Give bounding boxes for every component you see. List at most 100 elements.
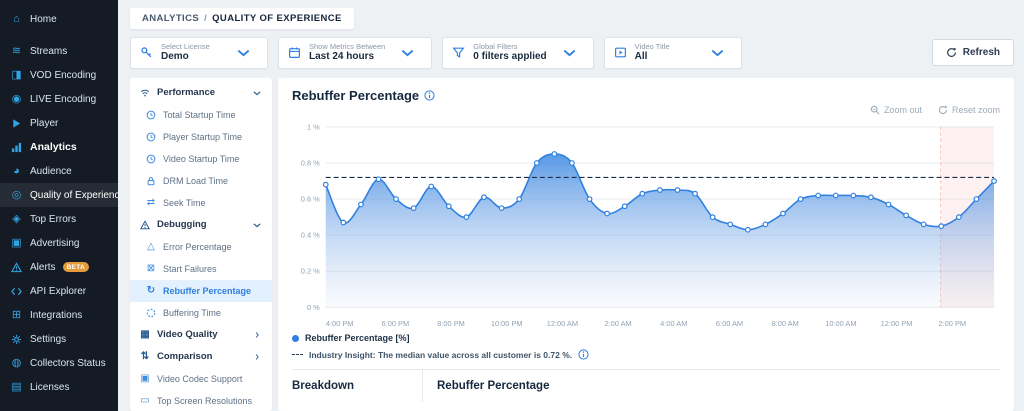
sidebar-item-label: Advertising: [30, 237, 80, 249]
quality-of-experience-icon: ◎: [11, 188, 22, 201]
integrations-icon: ⊞: [11, 308, 22, 321]
filter-show-metrics-between[interactable]: Show Metrics Between Last 24 hours: [278, 37, 433, 69]
submenu-label: Start Failures: [163, 263, 217, 274]
svg-text:2:00 PM: 2:00 PM: [938, 319, 966, 328]
primary-sidebar: ⌂ Home ≋ Streams ◨ VOD Encoding ◉ LIVE Encoding…: [0, 0, 118, 411]
svg-text:4:00 PM: 4:00 PM: [326, 319, 354, 328]
chevron-down-icon: [547, 46, 576, 59]
sidebar-item-home[interactable]: ⌂ Home: [0, 7, 118, 31]
rebuffer-percentage-chart[interactable]: 0 % 0.2 % 0.4 % 0.6 % 0.8 % 1 % 4:00 PM 6:00 PM…: [292, 115, 1000, 331]
sidebar-item-vod-encoding[interactable]: ◨ VOD Encoding: [0, 63, 118, 87]
sidebar-item-live-encoding[interactable]: ◉ LIVE Encoding: [0, 87, 118, 111]
reset-zoom-button[interactable]: Reset zoom: [938, 105, 1000, 115]
submenu-section-performance[interactable]: Performance: [130, 82, 272, 104]
sidebar-item-quality-of-experience[interactable]: ◎ Quality of Experience: [0, 183, 118, 207]
reset-zoom-icon: [938, 105, 948, 115]
resolutions-icon: ▭: [140, 394, 150, 406]
submenu-label: Seek Time: [163, 197, 206, 208]
clock-icon: [145, 131, 157, 143]
svg-text:10:00 PM: 10:00 PM: [491, 319, 523, 328]
svg-text:6:00 PM: 6:00 PM: [382, 319, 410, 328]
sidebar-item-player[interactable]: Player: [0, 111, 118, 135]
filter-label: Global Filters: [473, 42, 518, 51]
submenu-item-video-codec-support[interactable]: ▣ Video Codec Support: [130, 368, 272, 390]
sidebar-item-api-explorer[interactable]: API Explorer: [0, 279, 118, 303]
sidebar-item-label: Home: [30, 13, 57, 25]
filter-value: Last 24 hours: [309, 51, 375, 63]
submenu-label: Performance: [157, 87, 216, 99]
filter-select-license[interactable]: Select License Demo: [130, 37, 268, 69]
filter-label: Select License: [161, 42, 210, 51]
app-window: ⌂ Home ≋ Streams ◨ VOD Encoding ◉ LIVE Encoding…: [0, 0, 1024, 411]
sidebar-item-streams[interactable]: ≋ Streams: [0, 39, 118, 63]
rebuffer-column-header: Rebuffer Percentage: [422, 370, 1000, 403]
funnel-icon: [452, 46, 465, 59]
sidebar-item-collectors-status[interactable]: ◍ Collectors Status: [0, 351, 118, 375]
breadcrumb-section[interactable]: ANALYTICS: [142, 13, 199, 24]
chevron-down-icon: [695, 46, 724, 59]
submenu-label: Player Startup Time: [163, 131, 243, 142]
sidebar-item-advertising[interactable]: ▣ Advertising: [0, 231, 118, 255]
submenu-item-video-startup-time[interactable]: Video Startup Time: [130, 148, 272, 170]
sidebar-item-licenses[interactable]: ▤ Licenses: [0, 375, 118, 399]
submenu-item-drm-load-time[interactable]: DRM Load Time: [130, 170, 272, 192]
insight-text: Industry Insight: The median value acros…: [309, 349, 573, 360]
submenu-item-player-startup-time[interactable]: Player Startup Time: [130, 126, 272, 148]
submenu-label: Total Startup Time: [163, 109, 236, 120]
filter-value: 0 filters applied: [473, 51, 547, 63]
info-icon[interactable]: [424, 90, 435, 101]
submenu-item-seek-time[interactable]: ⇄ Seek Time: [130, 192, 272, 214]
sidebar-item-alerts[interactable]: Alerts BETA: [0, 255, 118, 279]
submenu-section-debugging[interactable]: Debugging: [130, 214, 272, 236]
chart-legend[interactable]: Rebuffer Percentage [%]: [292, 333, 1000, 343]
submenu-item-top-screen-resolutions[interactable]: ▭ Top Screen Resolutions: [130, 390, 272, 411]
refresh-icon: [946, 47, 957, 58]
licenses-icon: ▤: [11, 380, 22, 393]
filter-video-title[interactable]: Video Title All: [603, 37, 742, 69]
chart-title: Rebuffer Percentage: [292, 87, 420, 103]
submenu-item-total-startup-time[interactable]: Total Startup Time: [130, 104, 272, 126]
industry-insight: Industry Insight: The median value acros…: [292, 349, 1000, 360]
filter-bar: Select License Demo Show Metrics Between La…: [130, 37, 1014, 69]
start-failures-icon: ⊠: [146, 262, 156, 274]
insight-info-icon[interactable]: [578, 349, 589, 360]
sidebar-item-analytics[interactable]: Analytics: [0, 135, 118, 159]
breadcrumb-bar: ANALYTICS / QUALITY OF EXPERIENCE: [130, 8, 1014, 29]
calendar-icon: [288, 46, 301, 59]
svg-text:1 %: 1 %: [307, 122, 320, 131]
sidebar-item-audience[interactable]: ◕ Audience: [0, 159, 118, 183]
refresh-label: Refresh: [962, 47, 1000, 59]
zoom-out-button[interactable]: Zoom out: [870, 105, 922, 115]
submenu-section-comparison[interactable]: ⇅ Comparison: [130, 346, 272, 368]
audience-icon: ◕: [13, 164, 20, 177]
svg-text:0.4 %: 0.4 %: [301, 231, 320, 240]
submenu-item-buffering-time[interactable]: Buffering Time: [130, 302, 272, 324]
svg-text:10:00 AM: 10:00 AM: [825, 319, 856, 328]
breadcrumb: ANALYTICS / QUALITY OF EXPERIENCE: [130, 8, 354, 29]
submenu-item-start-failures[interactable]: ⊠ Start Failures: [130, 258, 272, 280]
submenu-label: Error Percentage: [163, 241, 232, 252]
sidebar-item-integrations[interactable]: ⊞ Integrations: [0, 303, 118, 327]
sidebar-item-label: Licenses: [30, 381, 70, 393]
legend-label: Rebuffer Percentage [%]: [305, 333, 410, 344]
top-errors-icon: ◈: [12, 212, 21, 225]
svg-text:2:00 AM: 2:00 AM: [604, 319, 631, 328]
chevron-down-icon: [251, 219, 263, 231]
submenu-label: Rebuffer Percentage: [163, 285, 252, 296]
submenu-section-video-quality[interactable]: ▦ Video Quality: [130, 324, 272, 346]
submenu-label: Top Screen Resolutions: [157, 395, 253, 406]
live-encoding-icon: ◉: [11, 92, 22, 105]
refresh-button[interactable]: Refresh: [931, 39, 1014, 67]
chevron-right-icon: [251, 351, 263, 363]
collectors-status-icon: ◍: [11, 356, 22, 369]
sidebar-item-top-errors[interactable]: ◈ Top Errors: [0, 207, 118, 231]
sidebar-item-settings[interactable]: Settings: [0, 327, 118, 351]
sidebar-item-label: Audience: [30, 165, 72, 177]
filter-global-filters[interactable]: Global Filters 0 filters applied: [442, 37, 594, 69]
alerts-icon: [10, 261, 23, 274]
submenu-item-error-percentage[interactable]: △ Error Percentage: [130, 236, 272, 258]
svg-text:4:00 AM: 4:00 AM: [660, 319, 687, 328]
submenu-label: DRM Load Time: [163, 175, 229, 186]
submenu-item-rebuffer-percentage[interactable]: ↻ Rebuffer Percentage: [130, 279, 272, 302]
sidebar-item-label: API Explorer: [30, 285, 87, 297]
